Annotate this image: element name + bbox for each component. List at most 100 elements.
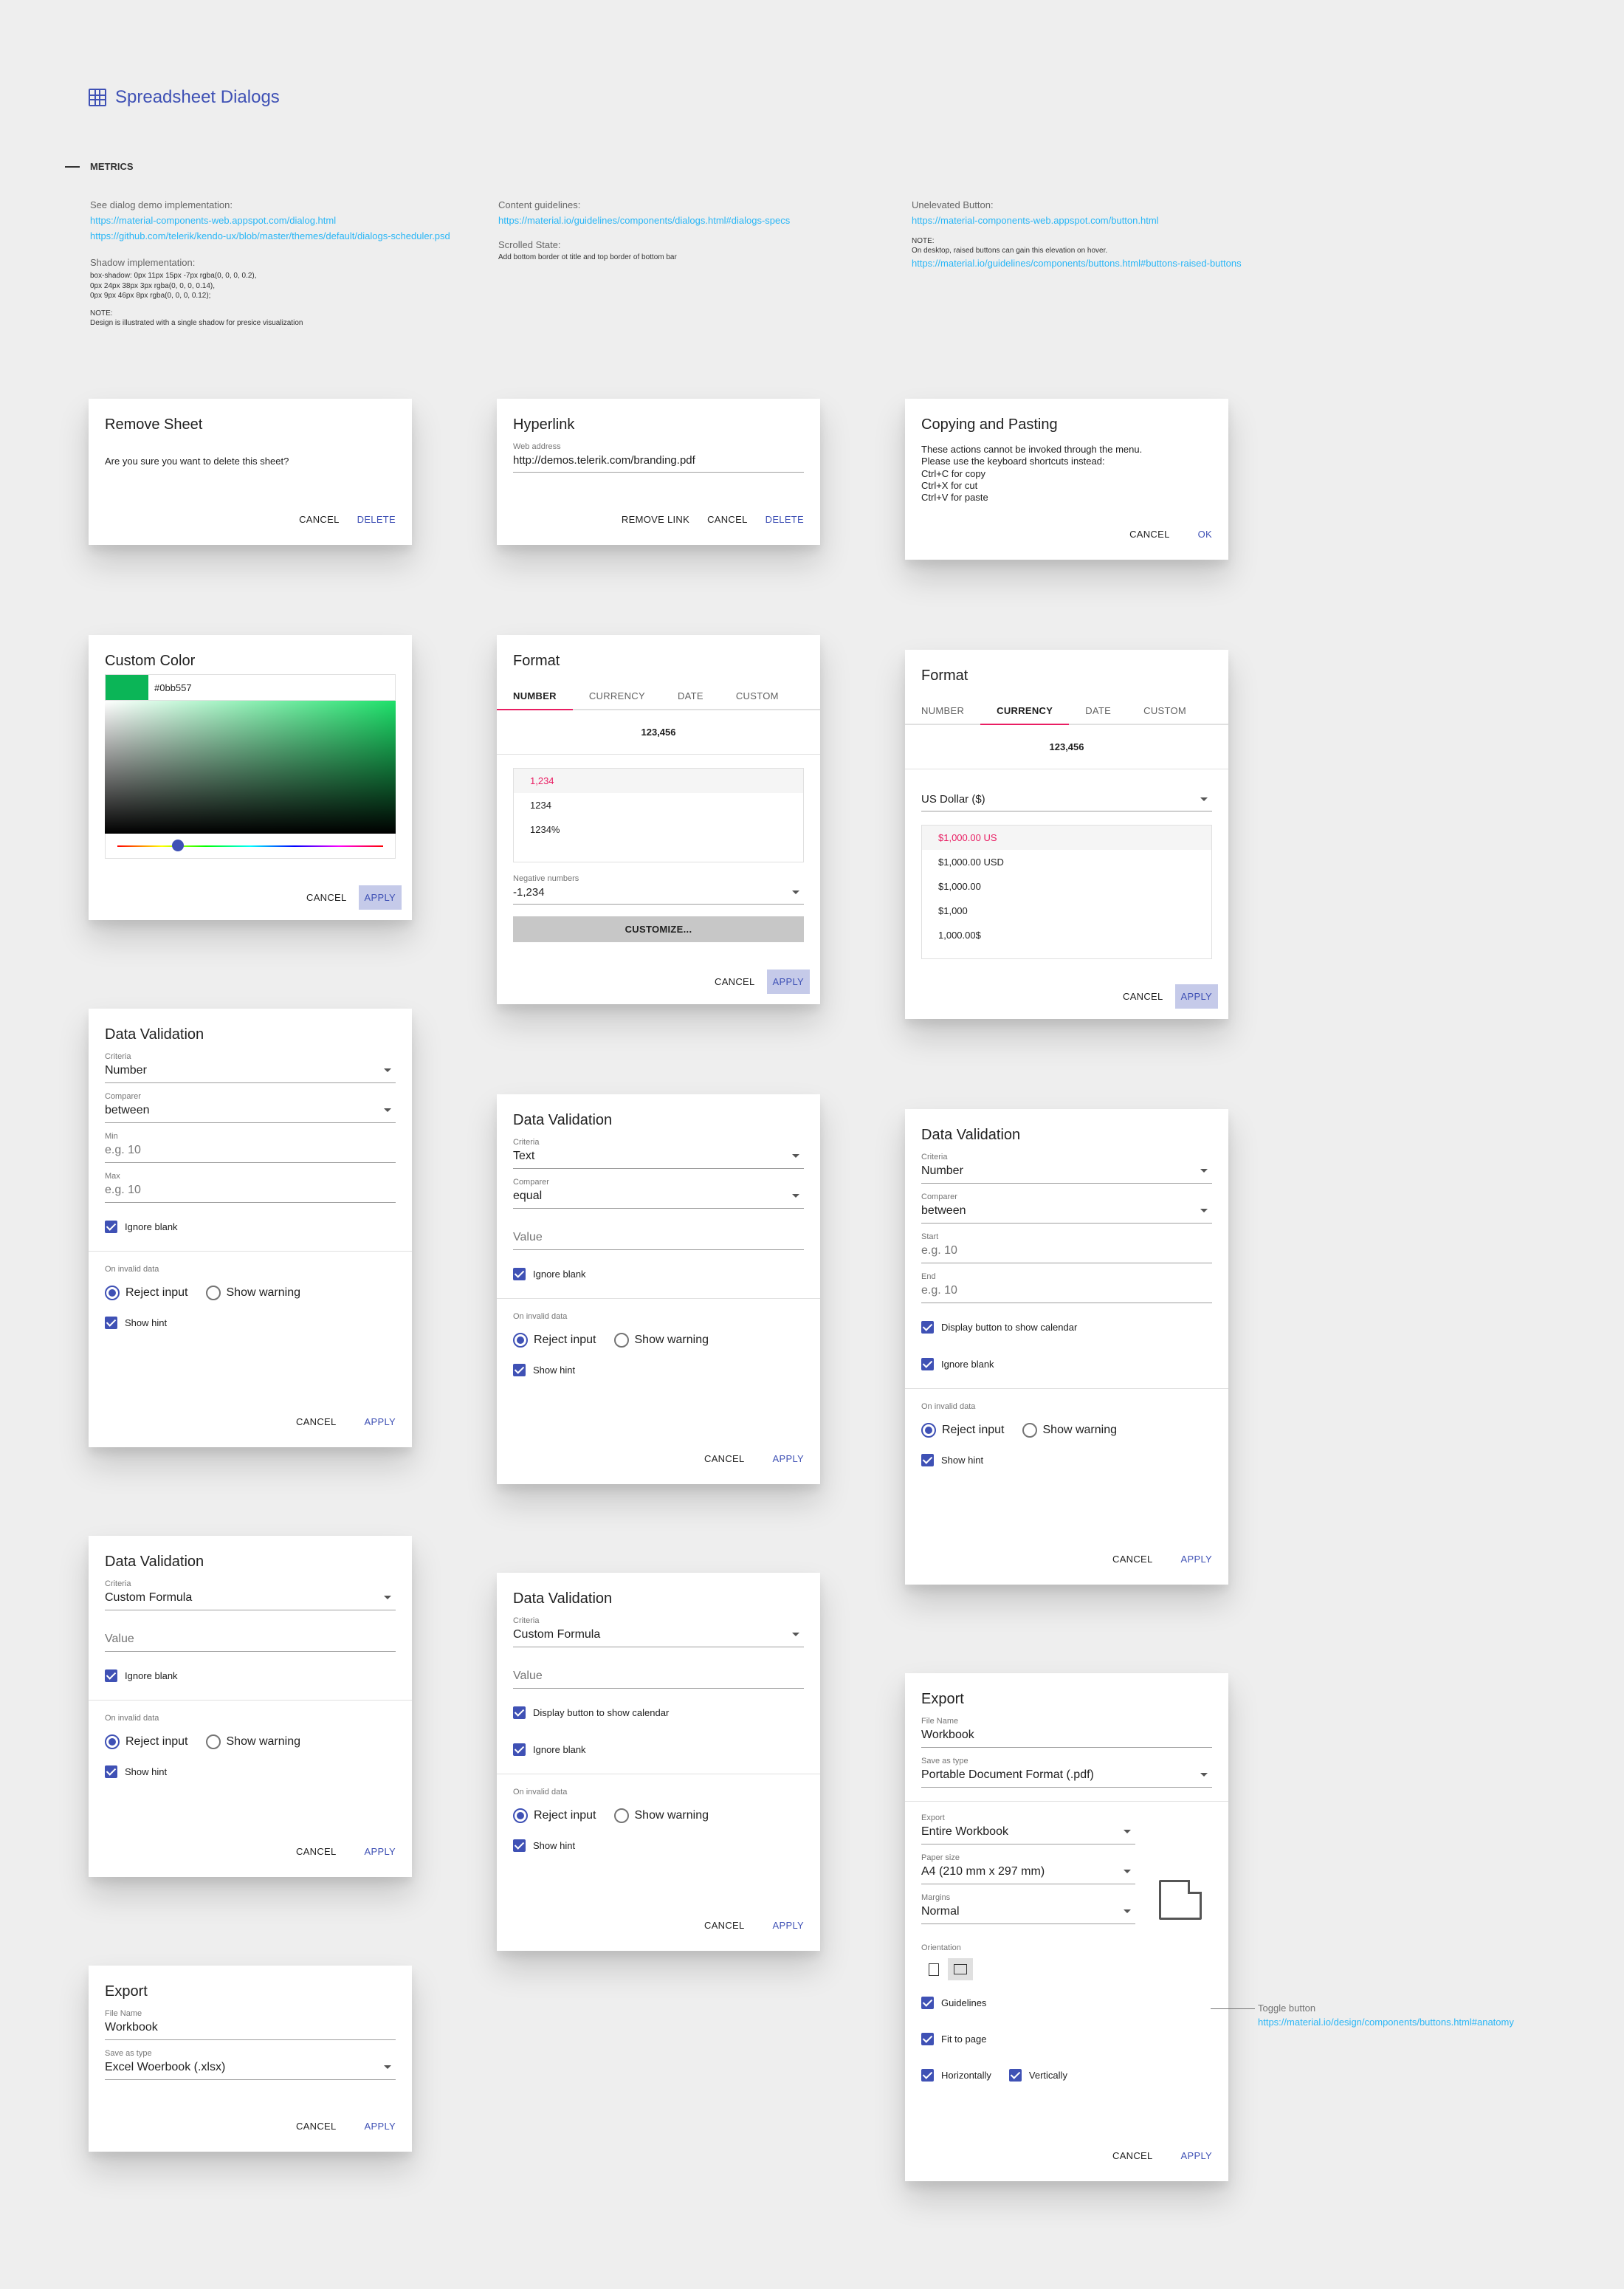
criteria-select[interactable]: Custom Formula <box>513 1628 804 1647</box>
apply-button[interactable]: APPLY <box>1174 984 1218 1009</box>
cancel-button[interactable]: CANCEL <box>290 2114 343 2138</box>
criteria-select[interactable]: Number <box>105 1064 396 1083</box>
apply-button[interactable]: APPLY <box>359 2114 402 2138</box>
customize-button[interactable]: CUSTOMIZE... <box>513 916 804 942</box>
hue-slider[interactable] <box>105 834 396 859</box>
reject-input-radio[interactable]: Reject input <box>921 1423 1005 1438</box>
file-type-select[interactable]: Portable Document Format (.pdf) <box>921 1768 1212 1788</box>
apply-button[interactable]: APPLY <box>359 1839 402 1864</box>
reject-input-radio[interactable]: Reject input <box>105 1286 188 1300</box>
cancel-button[interactable]: CANCEL <box>698 1913 751 1938</box>
list-item[interactable]: $1,000.00 US <box>922 826 1211 850</box>
reject-input-radio[interactable]: Reject input <box>105 1734 188 1749</box>
web-address-input[interactable]: http://demos.telerik.com/branding.pdf <box>513 454 804 473</box>
ignore-blank-checkbox[interactable]: Ignore blank <box>513 1743 804 1756</box>
comparer-select[interactable]: between <box>105 1104 396 1123</box>
show-hint-checkbox[interactable]: Show hint <box>513 1839 804 1852</box>
value-input[interactable]: Value <box>513 1231 804 1250</box>
tab-custom[interactable]: CUSTOM <box>1127 698 1202 724</box>
end-input[interactable]: e.g. 10 <box>921 1284 1212 1303</box>
reject-input-radio[interactable]: Reject input <box>513 1808 596 1823</box>
tab-date[interactable]: DATE <box>661 683 720 709</box>
guidelines-checkbox[interactable]: Guidelines <box>921 1997 1212 2009</box>
color-input[interactable]: #0bb557 <box>105 674 396 701</box>
apply-button[interactable]: APPLY <box>359 1410 402 1434</box>
show-hint-checkbox[interactable]: Show hint <box>105 1317 396 1329</box>
cancel-button[interactable]: CANCEL <box>1117 984 1169 1009</box>
export-scope-select[interactable]: Entire Workbook <box>921 1825 1135 1844</box>
cancel-button[interactable]: CANCEL <box>1124 522 1176 546</box>
vertically-checkbox[interactable]: Vertically <box>1008 2069 1067 2082</box>
paper-size-select[interactable]: A4 (210 mm x 297 mm) <box>921 1865 1135 1884</box>
file-name-input[interactable]: Workbook <box>105 2021 396 2040</box>
currency-select[interactable]: US Dollar ($) <box>921 793 1212 811</box>
show-hint-checkbox[interactable]: Show hint <box>513 1364 804 1376</box>
cancel-button[interactable]: CANCEL <box>709 970 761 994</box>
delete-button[interactable]: DELETE <box>760 507 810 532</box>
show-warning-radio[interactable]: Show warning <box>1022 1423 1117 1438</box>
list-item[interactable]: 1,234 <box>514 769 803 793</box>
list-item[interactable]: $1,000.00 <box>922 874 1211 899</box>
tab-date[interactable]: DATE <box>1069 698 1127 724</box>
cancel-button[interactable]: CANCEL <box>293 507 345 532</box>
tab-custom[interactable]: CUSTOM <box>720 683 795 709</box>
hex-value[interactable]: #0bb557 <box>148 682 192 693</box>
ignore-blank-checkbox[interactable]: Ignore blank <box>105 1221 396 1233</box>
file-name-input[interactable]: Workbook <box>921 1729 1212 1748</box>
landscape-toggle[interactable] <box>948 1958 973 1980</box>
apply-button[interactable]: APPLY <box>766 970 810 994</box>
criteria-select[interactable]: Text <box>513 1150 804 1169</box>
apply-button[interactable]: APPLY <box>767 1913 810 1938</box>
apply-button[interactable]: APPLY <box>358 885 402 910</box>
show-warning-radio[interactable]: Show warning <box>613 1333 709 1348</box>
cancel-button[interactable]: CANCEL <box>290 1410 343 1434</box>
list-item[interactable]: 1234% <box>514 817 803 842</box>
criteria-select[interactable]: Number <box>921 1164 1212 1184</box>
remove-link-button[interactable]: REMOVE LINK <box>616 507 695 532</box>
cancel-button[interactable]: CANCEL <box>698 1447 751 1471</box>
show-warning-radio[interactable]: Show warning <box>613 1808 709 1823</box>
metrics-link[interactable]: https://material.io/guidelines/component… <box>498 213 790 229</box>
saturation-gradient[interactable] <box>105 701 396 834</box>
cancel-button[interactable]: CANCEL <box>701 507 754 532</box>
reject-input-radio[interactable]: Reject input <box>513 1333 596 1348</box>
apply-button[interactable]: APPLY <box>767 1447 810 1471</box>
portrait-toggle[interactable] <box>921 1958 946 1980</box>
margins-select[interactable]: Normal <box>921 1905 1135 1924</box>
cancel-button[interactable]: CANCEL <box>290 1839 343 1864</box>
delete-button[interactable]: DELETE <box>351 507 402 532</box>
metrics-link[interactable]: https://material-components-web.appspot.… <box>90 213 450 229</box>
tab-number[interactable]: NUMBER <box>497 683 573 710</box>
negative-numbers-select[interactable]: -1,234 <box>513 886 804 905</box>
list-item[interactable]: $1,000 <box>922 899 1211 923</box>
ignore-blank-checkbox[interactable]: Ignore blank <box>513 1268 804 1280</box>
show-hint-checkbox[interactable]: Show hint <box>921 1454 1212 1466</box>
ignore-blank-checkbox[interactable]: Ignore blank <box>921 1358 1212 1370</box>
comparer-select[interactable]: equal <box>513 1190 804 1209</box>
max-input[interactable]: e.g. 10 <box>105 1184 396 1203</box>
cancel-button[interactable]: CANCEL <box>1107 2144 1159 2168</box>
list-item[interactable]: $1,000.00 USD <box>922 850 1211 874</box>
cancel-button[interactable]: CANCEL <box>300 885 353 910</box>
file-type-select[interactable]: Excel Woerbook (.xlsx) <box>105 2061 396 2080</box>
list-item[interactable]: 1234 <box>514 793 803 817</box>
metrics-link[interactable]: https://github.com/telerik/kendo-ux/blob… <box>90 229 450 244</box>
list-item[interactable]: 1,000.00$ <box>922 923 1211 947</box>
show-warning-radio[interactable]: Show warning <box>205 1286 300 1300</box>
show-hint-checkbox[interactable]: Show hint <box>105 1765 396 1778</box>
cancel-button[interactable]: CANCEL <box>1107 1547 1159 1571</box>
calendar-checkbox[interactable]: Display button to show calendar <box>513 1706 804 1719</box>
tab-currency[interactable]: CURRENCY <box>980 698 1070 725</box>
ok-button[interactable]: OK <box>1192 522 1218 546</box>
start-input[interactable]: e.g. 10 <box>921 1244 1212 1263</box>
metrics-link[interactable]: https://material-components-web.appspot.… <box>912 213 1242 229</box>
calendar-checkbox[interactable]: Display button to show calendar <box>921 1321 1212 1334</box>
horizontally-checkbox[interactable]: Horizontally <box>921 2069 991 2082</box>
value-input[interactable]: Value <box>513 1669 804 1689</box>
tab-number[interactable]: NUMBER <box>905 698 980 724</box>
apply-button[interactable]: APPLY <box>1175 2144 1218 2168</box>
comparer-select[interactable]: between <box>921 1204 1212 1224</box>
show-warning-radio[interactable]: Show warning <box>205 1734 300 1749</box>
metrics-link[interactable]: https://material.io/guidelines/component… <box>912 256 1242 272</box>
hue-handle[interactable] <box>172 840 184 851</box>
